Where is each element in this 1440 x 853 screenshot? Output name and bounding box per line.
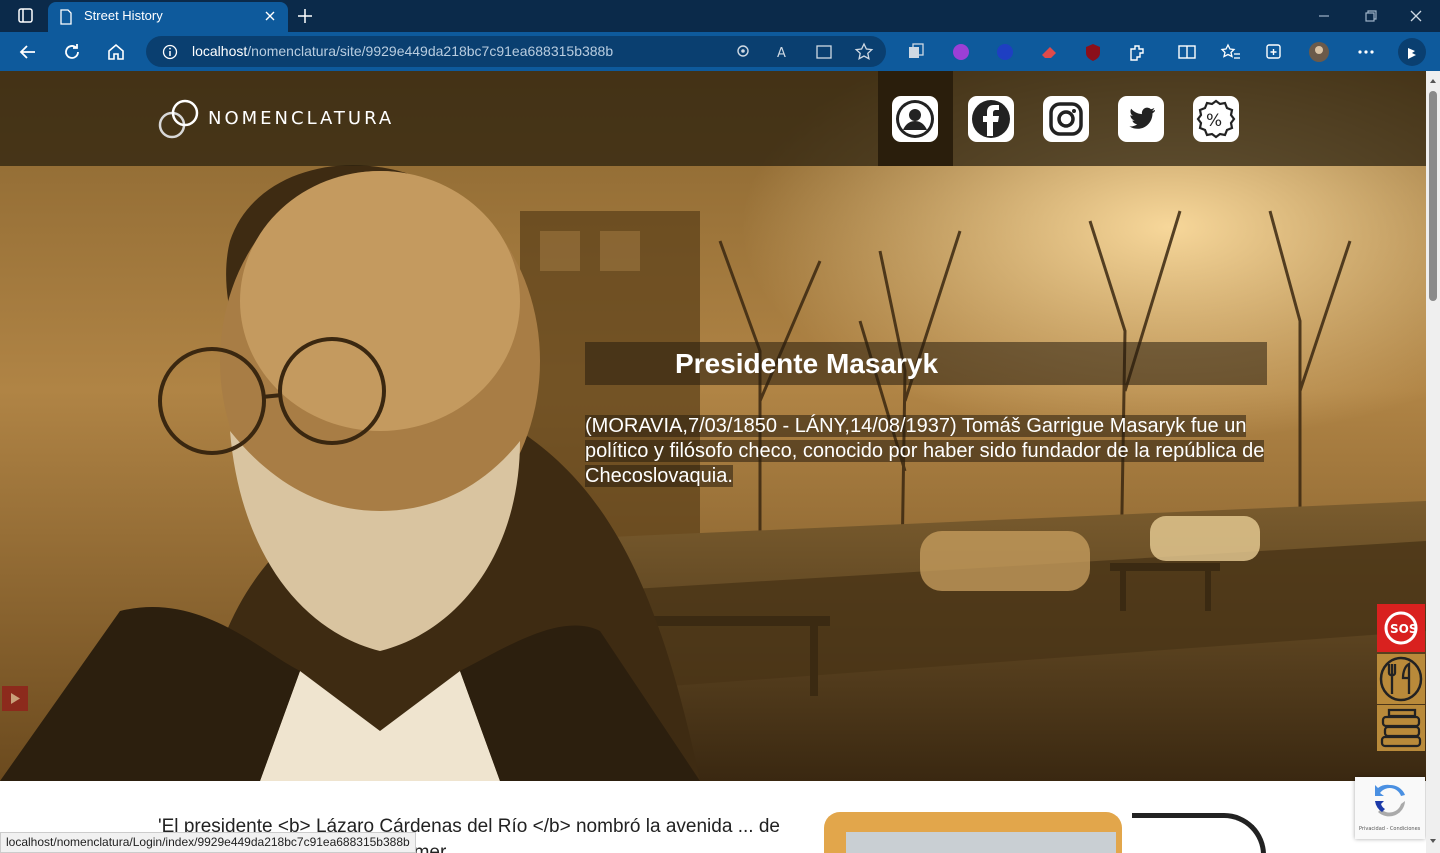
favorite-star-icon[interactable] xyxy=(854,42,874,62)
tab-street-history[interactable]: Street History xyxy=(48,2,288,32)
discount-icon[interactable]: % xyxy=(1193,96,1239,142)
collections-add-icon[interactable] xyxy=(1263,41,1285,63)
card-image xyxy=(846,832,1116,853)
login-button[interactable] xyxy=(878,71,953,166)
immersive-reader-icon[interactable] xyxy=(814,42,834,62)
decorative-arc xyxy=(1132,813,1266,853)
url-host: localhost xyxy=(192,43,248,59)
side-panel-toggle[interactable] xyxy=(2,686,28,711)
scroll-up-icon[interactable] xyxy=(1429,77,1437,85)
web-page: NOMENCLATURA % Presidente Masaryk (MORAV… xyxy=(0,71,1426,853)
refresh-icon[interactable] xyxy=(60,40,84,64)
url-path: /nomenclatura/site/9929e449da218bc7c91ea… xyxy=(247,43,614,59)
restore-icon[interactable] xyxy=(1358,4,1382,28)
new-tab-icon[interactable] xyxy=(294,5,316,27)
collections-icon[interactable] xyxy=(905,41,927,63)
twitter-icon[interactable] xyxy=(1118,96,1164,142)
more-menu-icon[interactable] xyxy=(1355,41,1377,63)
food-button[interactable] xyxy=(1377,654,1425,704)
location-icon[interactable] xyxy=(733,42,753,62)
hero-title: Presidente Masaryk xyxy=(675,348,939,379)
logo-mark-icon xyxy=(158,99,199,139)
recaptcha-terms[interactable]: Privacidad - Condiciones xyxy=(1359,826,1420,832)
close-window-icon[interactable] xyxy=(1404,4,1428,28)
scroll-down-icon[interactable] xyxy=(1429,837,1437,845)
recaptcha-badge[interactable]: Privacidad - Condiciones xyxy=(1355,777,1425,839)
bing-copilot-icon[interactable] xyxy=(1397,37,1427,67)
recaptcha-icon xyxy=(1375,784,1405,817)
site-header: NOMENCLATURA % xyxy=(0,71,1426,166)
close-tab-icon[interactable] xyxy=(260,6,280,26)
svg-text:%: % xyxy=(1206,111,1222,131)
site-logo[interactable]: NOMENCLATURA xyxy=(158,98,418,140)
scroll-thumb[interactable] xyxy=(1429,91,1437,301)
svg-text:SOS: SOS xyxy=(1390,622,1418,636)
hero-title-box: Presidente Masaryk xyxy=(585,342,1267,385)
tab-title: Street History xyxy=(84,8,163,23)
extension-purple-icon[interactable] xyxy=(950,41,972,63)
user-icon xyxy=(892,96,938,142)
back-icon[interactable] xyxy=(16,40,40,64)
browser-window: Street History localhost/nomenclatura/si… xyxy=(0,0,1440,853)
address-bar[interactable]: localhost/nomenclatura/site/9929e449da21… xyxy=(146,36,886,67)
image-card xyxy=(824,812,1122,853)
ublock-icon[interactable] xyxy=(1082,41,1104,63)
food-icon xyxy=(1379,656,1423,702)
books-button[interactable] xyxy=(1377,705,1425,751)
sos-button[interactable]: SOS xyxy=(1377,604,1425,652)
play-arrow-icon xyxy=(11,693,20,704)
logo-text: NOMENCLATURA xyxy=(208,108,395,129)
hero-section: NOMENCLATURA % Presidente Masaryk (MORAV… xyxy=(0,71,1426,781)
svg-text:A: A xyxy=(777,46,786,61)
favorites-icon[interactable] xyxy=(1220,41,1242,63)
page-scrollbar[interactable] xyxy=(1426,71,1440,853)
tab-strip: Street History xyxy=(0,0,1440,32)
extension-blue-icon[interactable] xyxy=(994,41,1016,63)
hero-description: (MORAVIA,7/03/1850 - LÁNY,14/08/1937) To… xyxy=(585,414,1265,489)
facebook-icon[interactable] xyxy=(968,96,1014,142)
instagram-icon[interactable] xyxy=(1043,96,1089,142)
hero-description-text: (MORAVIA,7/03/1850 - LÁNY,14/08/1937) To… xyxy=(585,415,1265,487)
books-icon xyxy=(1380,708,1422,748)
status-bar-url: localhost/nomenclatura/Login/index/9929e… xyxy=(0,832,416,853)
home-icon[interactable] xyxy=(104,40,128,64)
tab-actions-icon[interactable] xyxy=(10,6,40,26)
read-aloud-icon[interactable]: A xyxy=(774,42,794,62)
sos-icon: SOS xyxy=(1384,611,1418,645)
split-screen-icon[interactable] xyxy=(1176,41,1198,63)
extensions-icon[interactable] xyxy=(1126,41,1148,63)
site-info-icon[interactable] xyxy=(162,44,178,60)
extension-eraser-icon[interactable] xyxy=(1038,41,1060,63)
profile-avatar-icon[interactable] xyxy=(1308,41,1330,63)
url-text[interactable]: localhost/nomenclatura/site/9929e449da21… xyxy=(192,43,613,59)
navigation-bar: localhost/nomenclatura/site/9929e449da21… xyxy=(0,32,1440,71)
page-icon xyxy=(60,9,72,25)
minimize-icon[interactable] xyxy=(1312,4,1336,28)
